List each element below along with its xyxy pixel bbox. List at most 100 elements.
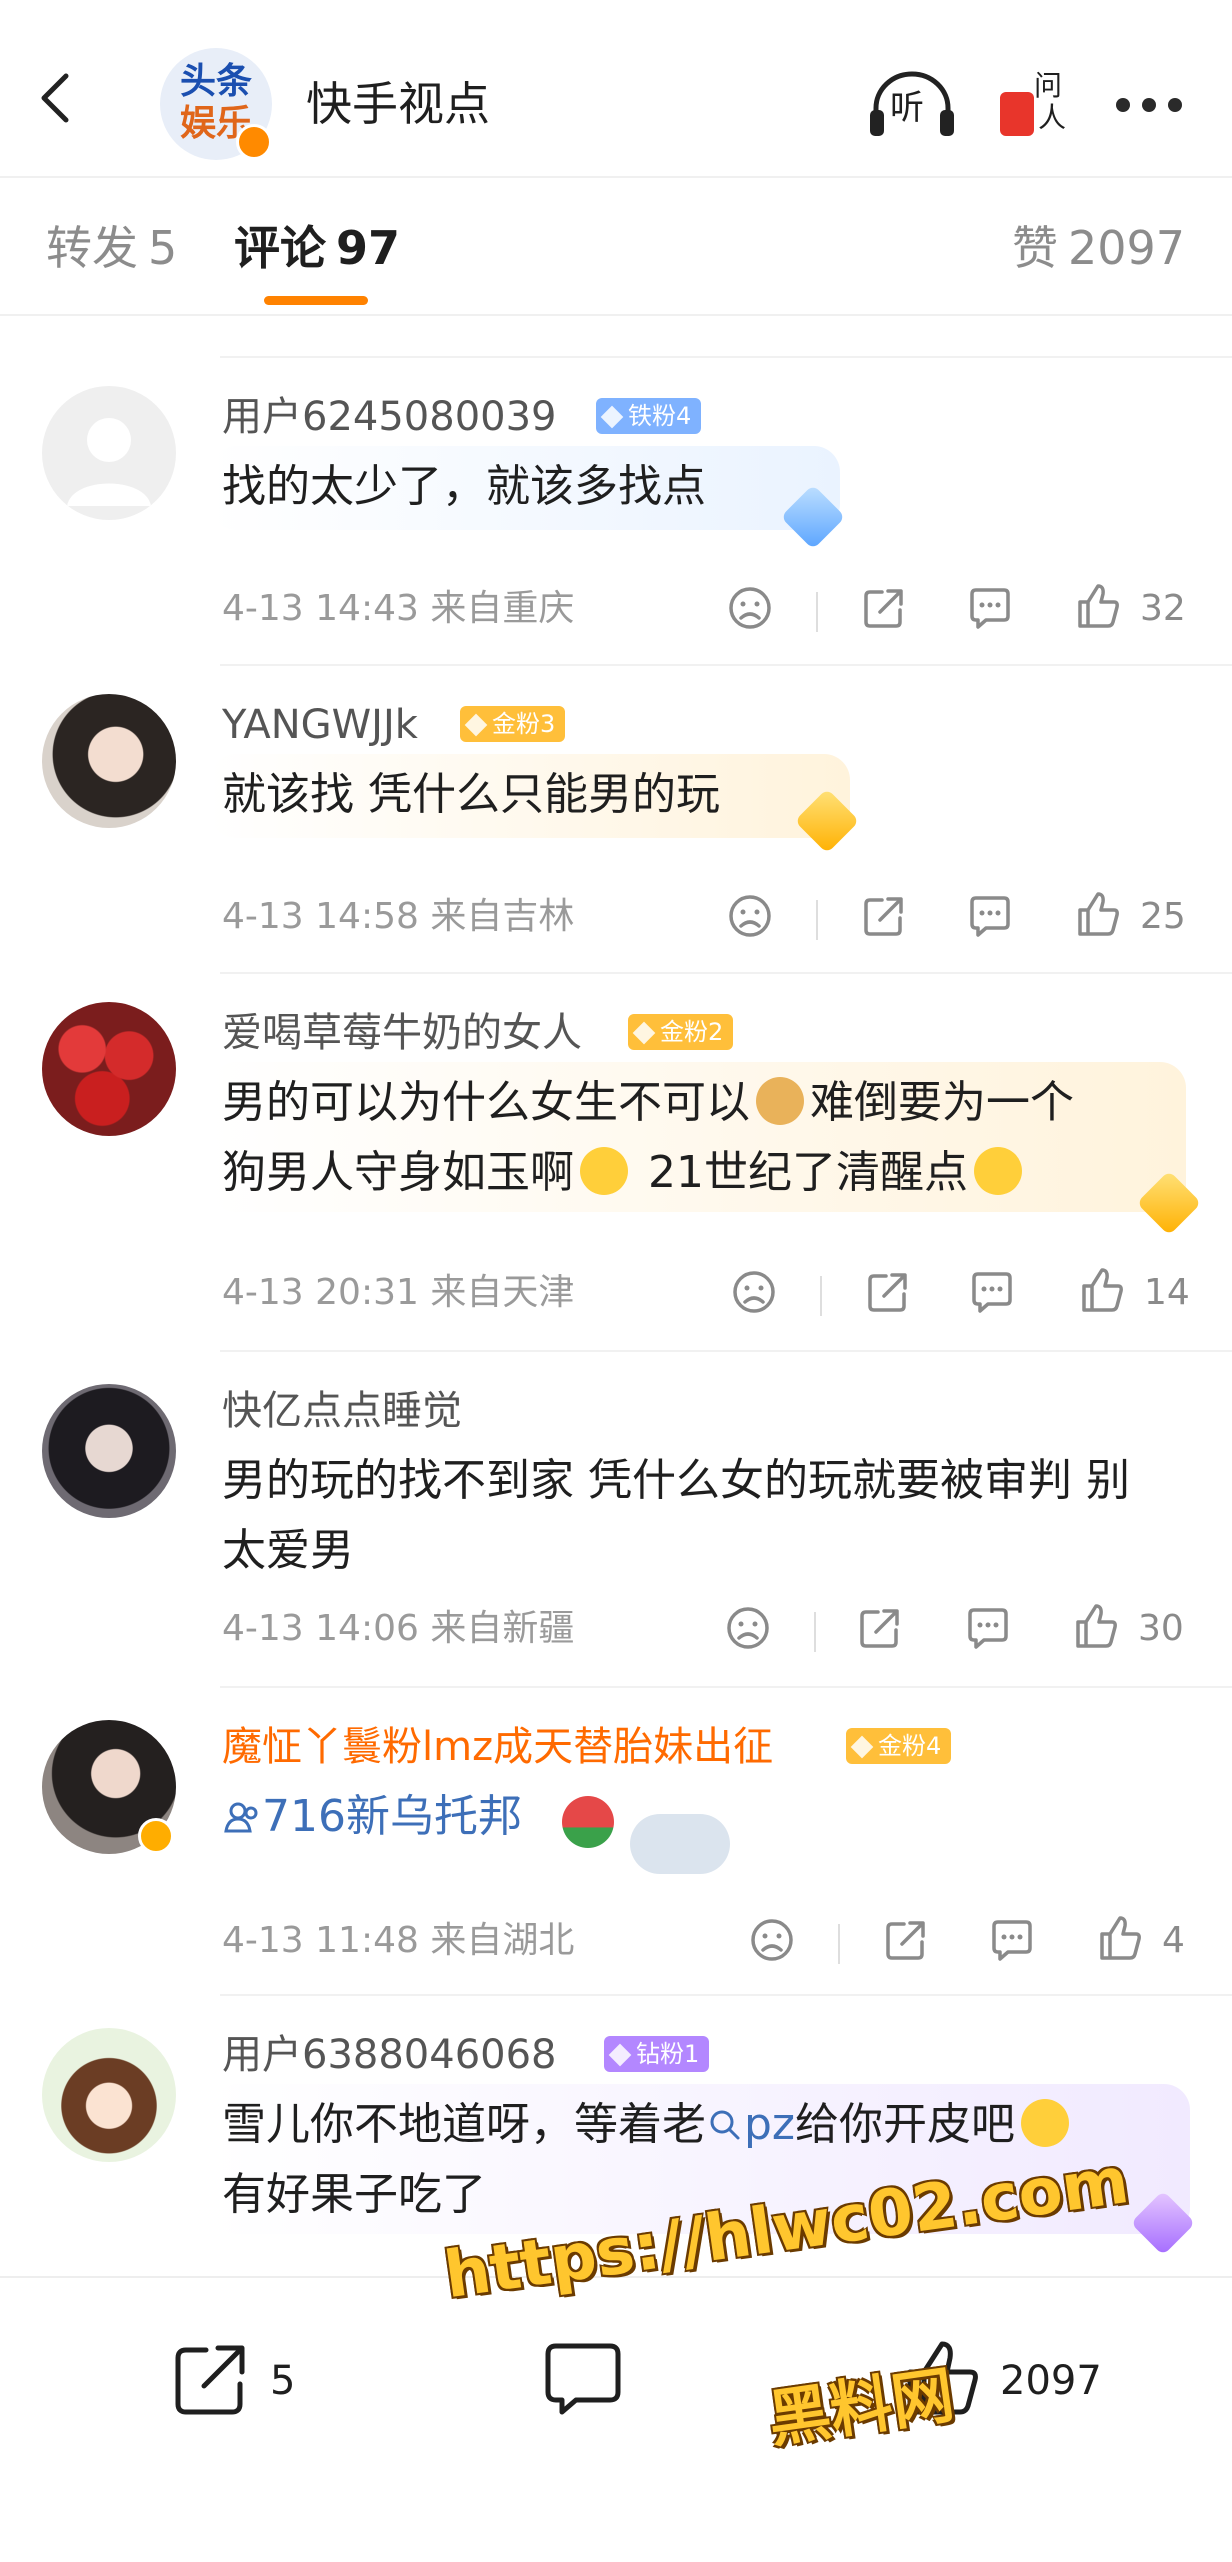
divider xyxy=(820,1276,822,1316)
sad-face-icon[interactable] xyxy=(724,582,776,634)
share-icon[interactable] xyxy=(880,1914,932,1966)
fan-badge[interactable]: 金粉3 xyxy=(460,706,566,742)
avatar[interactable] xyxy=(42,1002,176,1136)
comment-location: 来自湖北 xyxy=(430,1920,575,1961)
sad-face-icon[interactable] xyxy=(724,890,776,942)
thumbs-up-icon[interactable] xyxy=(1076,1264,1128,1316)
share-icon[interactable] xyxy=(170,2338,252,2420)
comment-location: 来自重庆 xyxy=(430,588,575,629)
diamond-icon xyxy=(608,2043,632,2067)
comment-meta: 4-13 20:31 来自天津 xyxy=(222,1270,574,1316)
fan-badge[interactable]: 金粉4 xyxy=(846,1728,952,1764)
comment-text: 找的太少了，就该多找点 xyxy=(222,461,706,512)
badge-label: 金粉4 xyxy=(878,1732,942,1760)
share-icon[interactable] xyxy=(858,582,910,634)
diamond-icon xyxy=(464,713,488,737)
search-keyword: pz xyxy=(744,2099,796,2150)
search-link[interactable]: pz xyxy=(706,2099,795,2150)
tab-likes[interactable]: 赞 2097 xyxy=(1012,218,1185,278)
comment-username[interactable]: 魔怔丫鬟粉lmz成天替胎妹出征 xyxy=(222,1722,773,1772)
comment-text-segment: 难倒要为一个 xyxy=(810,1077,1074,1128)
active-tab-indicator xyxy=(264,296,368,305)
search-icon xyxy=(710,2110,740,2140)
thumbs-up-icon[interactable] xyxy=(1072,888,1124,940)
avatar[interactable] xyxy=(42,386,176,520)
comment-time: 4-13 11:48 xyxy=(222,1920,419,1961)
comment-icon[interactable] xyxy=(986,1914,1038,1966)
fan-badge[interactable]: 钻粉1 xyxy=(604,2036,710,2072)
share-icon[interactable] xyxy=(862,1266,914,1318)
comment-item: 用户6245080039 铁粉4 找的太少了，就该多找点 4-13 14:43 … xyxy=(0,356,1232,662)
comment-meta: 4-13 14:06 来自新疆 xyxy=(222,1606,574,1652)
comment-time: 4-13 20:31 xyxy=(222,1272,419,1313)
diamond-icon xyxy=(600,405,624,429)
comment-icon[interactable] xyxy=(964,890,1016,942)
comment-meta: 4-13 11:48 来自湖北 xyxy=(222,1918,574,1964)
comment-username[interactable]: 快亿点点睡觉 xyxy=(222,1386,462,1436)
sad-face-icon[interactable] xyxy=(722,1602,774,1654)
comment-username[interactable]: 用户6388046068 xyxy=(222,2030,557,2080)
fan-badge[interactable]: 铁粉4 xyxy=(596,398,702,434)
fan-badge[interactable]: 金粉2 xyxy=(628,1014,734,1050)
avatar[interactable] xyxy=(42,694,176,828)
like-count: 32 xyxy=(1140,588,1186,629)
tab-comments[interactable]: 评论 97 xyxy=(234,218,400,278)
like-count: 14 xyxy=(1144,1272,1190,1313)
avatar[interactable] xyxy=(42,2028,176,2162)
ask-label: 人 xyxy=(1038,101,1067,134)
share-icon[interactable] xyxy=(854,1602,906,1654)
comment-icon[interactable] xyxy=(964,582,1016,634)
watermelon-emoji-icon xyxy=(562,1796,614,1848)
bottom-action-bar: 5 2097 xyxy=(0,2276,1232,2562)
comment-text: 雪儿你不地道呀，等着老 pz给你开皮吧 有好果子吃了 xyxy=(222,2090,1192,2230)
comment-meta: 4-13 14:43 来自重庆 xyxy=(222,586,574,632)
comment-text-segment: 太爱男 xyxy=(222,1525,354,1576)
comment-time: 4-13 14:06 xyxy=(222,1608,419,1649)
badge-label: 钻粉1 xyxy=(636,2040,700,2068)
comment-icon[interactable] xyxy=(962,1602,1014,1654)
comment-text: 就该找 凭什么只能男的玩 xyxy=(222,769,720,820)
more-dots-icon[interactable] xyxy=(1116,92,1186,116)
tab-count: 5 xyxy=(148,221,178,275)
tab-count: 2097 xyxy=(1068,221,1186,275)
avatar-logo-text: 头条 xyxy=(179,61,252,102)
tab-repost[interactable]: 转发 5 xyxy=(46,218,177,278)
sad-face-icon[interactable] xyxy=(746,1914,798,1966)
tab-label: 转发 xyxy=(46,221,138,275)
avatar[interactable] xyxy=(42,1384,176,1518)
like-count: 30 xyxy=(1138,1608,1184,1649)
ask-button[interactable]: 问 人 xyxy=(998,70,1070,142)
tab-label: 评论 xyxy=(234,221,326,275)
page-title[interactable]: 快手视点 xyxy=(306,74,490,134)
default-avatar-icon xyxy=(67,418,151,506)
sad-face-icon[interactable] xyxy=(728,1266,780,1318)
comment-location: 来自天津 xyxy=(430,1272,575,1313)
comment-icon[interactable] xyxy=(966,1266,1018,1318)
doge-emoji-icon xyxy=(756,1077,804,1125)
diamond-icon xyxy=(632,1021,656,1045)
back-arrow-icon[interactable] xyxy=(28,68,88,128)
like-count: 4 xyxy=(1162,1920,1185,1961)
divider xyxy=(220,356,1232,358)
like-count: 2097 xyxy=(1000,2358,1102,2404)
comment-icon[interactable] xyxy=(540,2338,626,2420)
comment-text-segment: 男的玩的找不到家 凭什么女的玩就要被审判 别 xyxy=(222,1455,1130,1506)
comment-username[interactable]: YANGWJJk xyxy=(222,700,418,750)
thumbs-up-icon[interactable] xyxy=(1070,1600,1122,1652)
group-icon xyxy=(224,1802,258,1833)
share-icon[interactable] xyxy=(858,890,910,942)
comment-location: 来自吉林 xyxy=(430,896,575,937)
comment-username[interactable]: 爱喝草莓牛奶的女人 xyxy=(222,1008,582,1058)
thumbs-up-icon[interactable] xyxy=(900,2336,984,2420)
listen-button[interactable]: 听 xyxy=(868,70,956,140)
thinking-emoji-icon xyxy=(974,1147,1022,1195)
thumbs-up-icon[interactable] xyxy=(1072,580,1124,632)
comment-item: 爱喝草莓牛奶的女人 金粉2 男的可以为什么女生不可以 难倒要为一个 狗男人守身如玉… xyxy=(0,972,1232,1346)
tab-label: 赞 xyxy=(1012,221,1058,275)
divider xyxy=(220,664,1232,666)
thumbs-up-icon[interactable] xyxy=(1094,1912,1146,1964)
comment-username[interactable]: 用户6245080039 xyxy=(222,392,557,442)
badge-label: 金粉3 xyxy=(492,710,556,738)
red-envelope-icon xyxy=(1000,92,1034,136)
ask-label: 问 xyxy=(1034,69,1063,102)
